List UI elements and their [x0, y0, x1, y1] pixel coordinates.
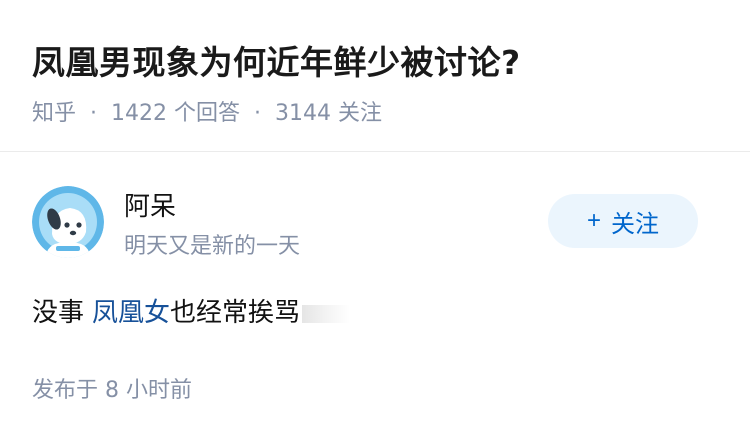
question-header: 凤凰男现象为何近年鲜少被讨论? 知乎 · 1422 个回答 · 3144 关注	[0, 0, 750, 150]
answer-content: 没事 凤凰女也经常挨骂	[32, 292, 351, 329]
followers-count[interactable]: 3144	[275, 101, 331, 126]
follow-label: 关注	[611, 210, 659, 238]
meta-separator: ·	[254, 101, 262, 126]
answer-text-after: 也经常挨骂	[170, 298, 301, 328]
question-meta: 知乎 · 1422 个回答 · 3144 关注	[32, 95, 382, 127]
published-label: 发布于	[32, 378, 99, 403]
author-name[interactable]: 阿呆	[124, 186, 176, 223]
avatar[interactable]	[32, 186, 104, 258]
author-card: 阿呆 明天又是新的一天 + 关注	[0, 152, 750, 282]
follow-button[interactable]: + 关注	[548, 194, 698, 248]
meta-separator: ·	[90, 101, 98, 126]
answer-text-before: 没事	[32, 298, 85, 328]
truncation-fade	[302, 304, 351, 323]
author-bio: 明天又是新的一天	[124, 234, 301, 259]
answers-label[interactable]: 个回答	[174, 101, 240, 126]
dog-mascot-icon	[32, 186, 104, 258]
followers-label[interactable]: 关注	[338, 101, 382, 126]
question-title[interactable]: 凤凰男现象为何近年鲜少被讨论?	[32, 36, 521, 84]
source-label[interactable]: 知乎	[32, 101, 76, 126]
published-time: 8 小时前	[105, 378, 193, 403]
answers-count[interactable]: 1422	[111, 101, 167, 126]
topic-link[interactable]: 凤凰女	[92, 298, 170, 328]
publish-info: 发布于 8 小时前	[32, 372, 192, 404]
plus-icon: +	[586, 207, 601, 234]
